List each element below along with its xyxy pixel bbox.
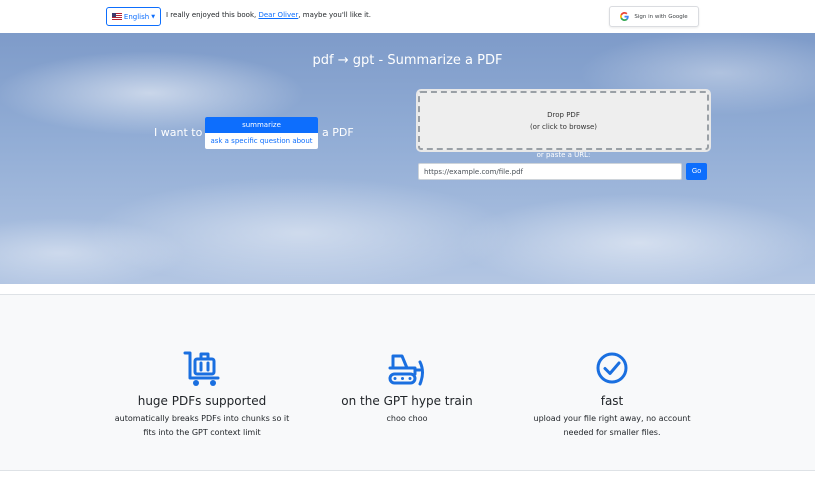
choice-summarize[interactable]: summarize [205, 117, 318, 133]
snowplow-icon [388, 354, 424, 386]
choice-ask-question[interactable]: ask a specific question about [205, 133, 318, 149]
dropzone-subtitle: (or click to browse) [529, 122, 598, 131]
paste-url-label: or paste a URL: [536, 151, 591, 159]
i-want-to-label: I want to [154, 126, 203, 139]
action-choice-list: summarize ask a specific question about [205, 117, 318, 149]
book-recommendation: I really enjoyed this book, Dear Oliver,… [166, 11, 371, 19]
feature-title: on the GPT hype train [341, 394, 473, 408]
feature-text: choo choo [386, 414, 428, 423]
check-circle-icon [596, 352, 628, 384]
features-section: huge PDFs supported automatically breaks… [0, 295, 815, 470]
top-bar: English ▼ I really enjoyed this book, De… [0, 0, 815, 33]
go-button[interactable]: Go [686, 163, 707, 180]
language-label: English [123, 12, 150, 21]
book-link[interactable]: Dear Oliver [258, 11, 298, 19]
feature-title: fast [600, 394, 624, 408]
caret-down-icon: ▼ [151, 13, 156, 20]
tagline-text-start: I really enjoyed this book, [166, 11, 259, 19]
google-signin-label: Sign in with Google [634, 13, 688, 20]
feature-fast: fast upload your file right away, no acc… [522, 348, 702, 440]
feature-text: upload your file right away, no account … [533, 414, 691, 437]
page-title: pdf → gpt - Summarize a PDF [312, 53, 503, 68]
luggage-cart-icon [183, 351, 220, 386]
hero-section: pdf → gpt - Summarize a PDF I want to su… [0, 33, 815, 284]
url-input[interactable] [418, 163, 682, 180]
google-signin-button[interactable]: Sign in with Google [609, 6, 699, 27]
feature-huge-pdfs: huge PDFs supported automatically breaks… [112, 348, 292, 440]
feature-gpt-hype: on the GPT hype train choo choo [317, 348, 497, 426]
google-icon [620, 12, 630, 21]
feature-text: automatically breaks PDFs into chunks so… [114, 414, 290, 437]
feature-title: huge PDFs supported [137, 394, 267, 408]
a-pdf-label: a PDF [322, 126, 354, 139]
us-flag-icon [111, 13, 122, 20]
language-dropdown[interactable]: English ▼ [106, 7, 161, 26]
dropzone-title: Drop PDF [547, 110, 580, 119]
pdf-dropzone[interactable]: Drop PDF (or click to browse) [418, 91, 709, 150]
tagline-text-end: , maybe you'll like it. [298, 11, 372, 19]
section-divider-bottom [0, 470, 815, 471]
